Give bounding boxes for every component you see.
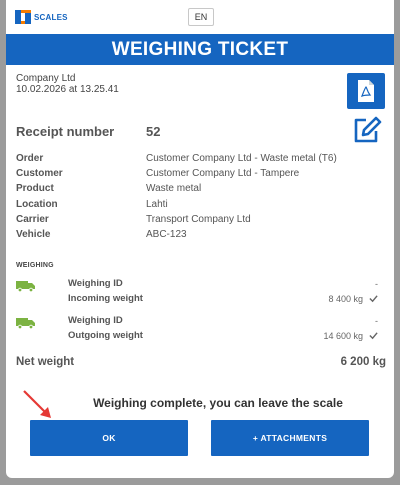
detail-value: Customer Company Ltd - Waste metal (T6) <box>146 153 337 164</box>
detail-label: Product <box>16 183 54 195</box>
incoming-weight-value: 8 400 kg <box>328 293 363 304</box>
ticket-company-info: Company Ltd 10.02.2026 at 13.25.41 <box>16 73 119 95</box>
check-icon <box>369 295 378 303</box>
net-weight-label: Net weight <box>16 356 75 368</box>
detail-label: Order <box>16 153 44 164</box>
detail-row-order: Order Customer Company Ltd - Waste metal … <box>16 153 337 168</box>
detail-value: ABC-123 <box>146 228 187 240</box>
incoming-weighing: Weighing ID - Incoming weight 8 400 kg <box>14 278 386 312</box>
truck-icon <box>16 281 35 292</box>
net-weight-row: Net weight 6 200 kg <box>16 356 386 368</box>
outgoing-weight-value-wrap: 14 600 kg <box>323 331 378 341</box>
detail-row-product: Product Waste metal <box>16 183 337 198</box>
weighing-id-row: Weighing ID - <box>68 278 378 289</box>
outgoing-weight-value: 14 600 kg <box>323 330 363 341</box>
outgoing-weight-row: Outgoing weight 14 600 kg <box>68 330 378 341</box>
receipt-number: 52 <box>146 124 161 139</box>
incoming-weight-row: Incoming weight 8 400 kg <box>68 293 378 304</box>
logo-icon <box>15 10 31 24</box>
check-icon <box>369 332 378 340</box>
detail-row-location: Location Lahti <box>16 199 337 214</box>
incoming-weight-label: Incoming weight <box>68 293 143 304</box>
truck-icon <box>16 318 35 329</box>
detail-label: Vehicle <box>16 228 51 240</box>
page-title: WEIGHING TICKET <box>6 34 394 65</box>
detail-label: Location <box>16 198 58 210</box>
detail-label: Carrier <box>16 213 49 225</box>
attachments-button[interactable]: + ATTACHMENTS <box>211 420 369 456</box>
weighing-id-label: Weighing ID <box>68 315 123 326</box>
weighing-id-value: - <box>375 315 378 326</box>
detail-row-customer: Customer Customer Company Ltd - Tampere <box>16 168 337 183</box>
ok-button[interactable]: OK <box>30 420 188 456</box>
top-bar: SCALES EN <box>6 0 394 34</box>
outgoing-weighing: Weighing ID - Outgoing weight 14 600 kg <box>14 315 386 349</box>
arrow-icon <box>23 390 51 418</box>
logo: SCALES <box>14 8 68 26</box>
weighing-section-title: WEIGHING <box>16 262 54 269</box>
detail-row-carrier: Carrier Transport Company Ltd <box>16 214 337 229</box>
weighing-id-row: Weighing ID - <box>68 315 378 326</box>
logo-text: SCALES <box>34 12 68 22</box>
language-selector[interactable]: EN <box>188 8 214 26</box>
weighing-id-value: - <box>375 278 378 289</box>
detail-row-vehicle: Vehicle ABC-123 <box>16 229 337 244</box>
detail-value: Transport Company Ltd <box>146 213 251 225</box>
receipt-label: Receipt number <box>16 124 115 139</box>
detail-value: Customer Company Ltd - Tampere <box>146 168 300 180</box>
detail-value: Waste metal <box>146 183 202 195</box>
weighing-id-label: Weighing ID <box>68 278 123 289</box>
company-name: Company Ltd <box>16 73 76 84</box>
detail-value: Lahti <box>146 198 168 210</box>
edit-button[interactable] <box>352 116 382 144</box>
outgoing-weight-label: Outgoing weight <box>68 330 143 341</box>
weighing-ticket-card: SCALES EN WEIGHING TICKET Company Ltd 10… <box>6 0 394 478</box>
incoming-weight-value-wrap: 8 400 kg <box>328 294 378 304</box>
pdf-button[interactable] <box>347 73 385 109</box>
pdf-icon <box>358 80 374 102</box>
detail-label: Customer <box>16 168 63 180</box>
ticket-details: Order Customer Company Ltd - Waste metal … <box>16 153 337 244</box>
ticket-datetime: 10.02.2026 at 13.25.41 <box>16 84 119 95</box>
net-weight-value: 6 200 kg <box>340 356 386 368</box>
status-message: Weighing complete, you can leave the sca… <box>93 396 343 410</box>
edit-icon <box>354 116 382 143</box>
